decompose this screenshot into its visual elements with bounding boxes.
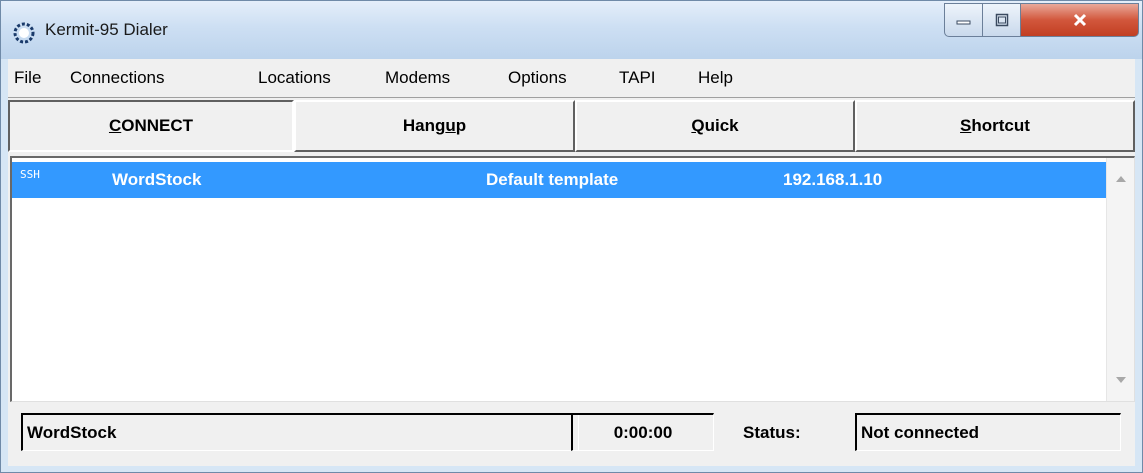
quick-label: uick — [704, 116, 739, 135]
connection-type: SSH — [20, 168, 40, 181]
scroll-up-icon[interactable] — [1116, 176, 1126, 182]
hangup-label-a: Hang — [402, 116, 446, 135]
menu-file[interactable]: File — [14, 68, 41, 88]
title-bar[interactable]: Kermit-95 Dialer — [1, 1, 1142, 59]
menu-connections[interactable]: Connections — [70, 68, 165, 88]
connection-host: 192.168.1.10 — [783, 170, 883, 189]
window-title: Kermit-95 Dialer — [45, 20, 168, 39]
menu-locations[interactable]: Locations — [258, 68, 331, 88]
menu-bar: File Connections Locations Modems Option… — [8, 59, 1135, 98]
toolbar: C ONNECT Hang u p Quick Shortcut — [8, 98, 1135, 156]
menu-options[interactable]: Options — [508, 68, 567, 88]
menu-help[interactable]: Help — [698, 68, 733, 88]
menu-modems[interactable]: Modems — [385, 68, 450, 88]
maximize-icon — [995, 13, 1008, 27]
client-area: File Connections Locations Modems Option… — [8, 59, 1135, 466]
connect-mnemonic: C — [108, 116, 122, 135]
status-bar: WordStock 0:00:00 Status: Not connected — [8, 405, 1135, 466]
close-icon — [1073, 13, 1086, 27]
quick-button[interactable]: Quick — [575, 100, 855, 152]
connection-name: WordStock — [112, 170, 202, 189]
shortcut-mnemonic: S — [960, 116, 972, 135]
connect-label: ONNECT — [121, 116, 194, 135]
menu-tapi[interactable]: TAPI — [619, 68, 656, 88]
shortcut-button[interactable]: Shortcut — [855, 100, 1135, 152]
hangup-mnemonic: u — [445, 116, 456, 135]
status-label: Status: — [743, 423, 801, 442]
hangup-label-b: p — [455, 116, 467, 135]
connect-button[interactable]: C ONNECT — [8, 100, 294, 152]
hangup-button[interactable]: Hang u p — [294, 100, 575, 152]
close-button[interactable] — [1021, 3, 1139, 37]
shortcut-label: hortcut — [971, 116, 1030, 135]
dialer-window: Kermit-95 Dialer File Connections Locati… — [0, 0, 1143, 473]
list-item[interactable]: SSH WordStock Default template 192.168.1… — [12, 162, 1108, 198]
minimize-icon — [956, 20, 970, 25]
status-entry-name: WordStock — [21, 413, 579, 451]
status-elapsed-time: 0:00:00 — [571, 413, 714, 451]
kermit-app-icon — [13, 22, 35, 44]
quick-mnemonic: Q — [691, 116, 705, 135]
scroll-down-icon[interactable] — [1116, 377, 1126, 383]
minimize-button[interactable] — [944, 3, 983, 37]
vertical-scrollbar[interactable] — [1106, 158, 1134, 401]
connection-state: Not connected — [855, 413, 1121, 451]
connection-template: Default template — [486, 170, 619, 189]
connection-list[interactable]: SSH WordStock Default template 192.168.1… — [10, 156, 1135, 402]
maximize-button[interactable] — [983, 3, 1021, 37]
